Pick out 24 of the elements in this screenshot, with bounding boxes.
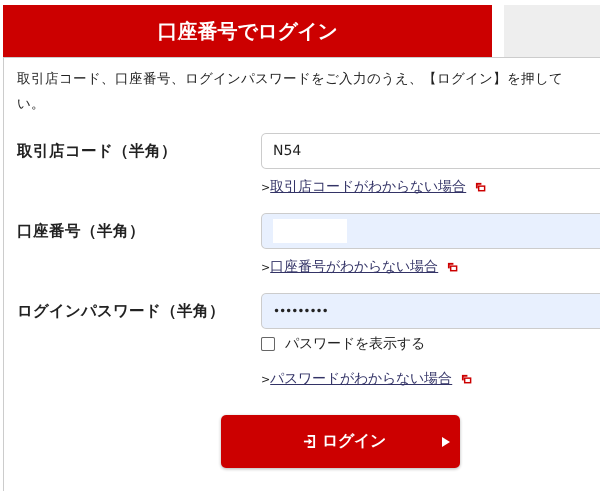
help-link[interactable]: 取引店コードがわからない場合 — [270, 178, 466, 196]
chevron-text: > — [261, 372, 270, 386]
instruction-text: い。 — [17, 95, 45, 114]
tab[interactable] — [504, 5, 600, 57]
arrow-icon — [442, 436, 450, 446]
help-link[interactable]: パスワードがわからない場合 — [270, 370, 452, 388]
external-window-icon — [447, 262, 458, 272]
input-field[interactable]: N54 — [261, 133, 600, 169]
checkbox[interactable] — [261, 337, 275, 351]
input-field[interactable]: ••••••••• — [261, 293, 600, 329]
checkbox-label: パスワードを表示する — [285, 335, 425, 353]
field-label: 取引店コード（半角） — [17, 141, 178, 162]
external-window-icon — [461, 374, 472, 384]
login-button[interactable]: ログイン — [221, 415, 460, 468]
login-icon — [303, 434, 316, 449]
field-label: ログインパスワード（半角） — [17, 301, 226, 322]
tab[interactable]: 口座番号でログイン — [3, 5, 492, 57]
external-window-icon — [475, 182, 486, 192]
instruction-text: 取引店コード、口座番号、ログインパスワードをご入力のうえ、【ログイン】を押して — [17, 70, 563, 89]
input-field[interactable] — [261, 213, 600, 249]
help-link[interactable]: 口座番号がわからない場合 — [270, 258, 438, 276]
field-label: 口座番号（半角） — [17, 221, 146, 242]
chevron-text: > — [261, 260, 270, 274]
chevron-text: > — [261, 180, 270, 194]
